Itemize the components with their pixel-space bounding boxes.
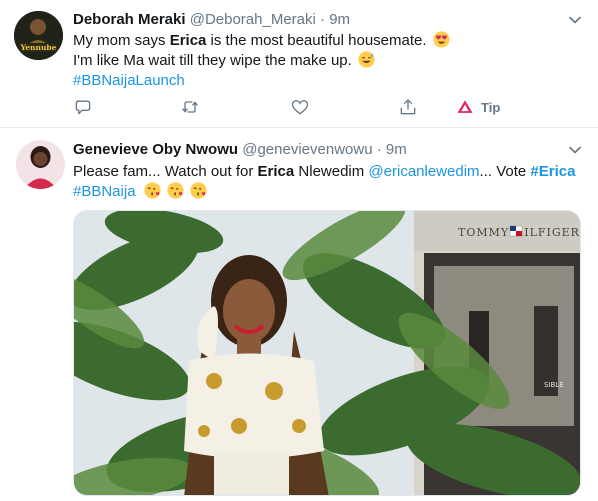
bold-keyword: Erica [257,163,295,180]
like-button[interactable] [290,96,310,118]
text-segment: I'm like Ma wait till they wipe the make… [73,52,352,69]
kiss-emoji-icon [167,182,184,199]
text-segment: Please fam... Watch out for [73,163,258,180]
avatar-logo-text: Yennube [20,43,57,52]
text-segment: ... Vote [479,163,531,180]
reply-button[interactable] [73,96,93,118]
tip-button[interactable]: Tip [455,96,500,118]
hashtag-link[interactable]: #Erica [530,163,575,180]
author-name[interactable]: Deborah Meraki [73,11,186,28]
heart-icon [291,100,309,115]
store-side-text: SIBLE [544,381,564,389]
bold-keyword: Erica [169,32,207,49]
avatar[interactable] [16,140,65,189]
tweet-header: Deborah Meraki @Deborah_Meraki · 9m [73,10,350,30]
separator-dot: · [320,11,326,28]
chevron-down-icon[interactable] [568,13,582,27]
sweat-smile-emoji-icon [358,51,375,68]
retweet-icon [181,101,199,113]
tip-icon [457,100,473,113]
text-segment: Nlewedim [294,163,369,180]
tweet-text: My mom says Erica is the most beautiful … [73,31,450,91]
tip-label: Tip [481,99,501,115]
timestamp[interactable]: 9m [329,11,350,28]
chevron-down-icon[interactable] [568,143,582,157]
hashtag-link[interactable]: #BBNaija [73,183,136,200]
mention-link[interactable]: @ericanlewedim [368,163,479,180]
reply-icon [75,100,91,115]
text-segment: is the most beautiful housemate. [206,32,427,49]
kiss-emoji-icon [190,182,207,199]
timestamp[interactable]: 9m [386,141,407,158]
author-handle[interactable]: @Deborah_Meraki [190,11,316,28]
text-segment: My mom says [73,32,170,49]
avatar[interactable]: Yennube [14,11,63,60]
tweet-1[interactable]: Yennube Deborah Meraki @Deborah_Meraki ·… [0,0,598,128]
retweet-button[interactable] [180,96,200,118]
tweet-text: Please fam... Watch out for Erica Nlewed… [73,162,575,202]
tweet-actions: Tip [73,96,593,118]
tweet-2[interactable]: Genevieve Oby Nwowu @genevievenwowu · 9m… [0,128,598,501]
tweet-header: Genevieve Oby Nwowu @genevievenwowu · 9m [73,140,407,160]
heart-eyes-emoji-icon [433,31,450,48]
photo-image: TOMMY HILFIGER SIBLE [74,211,580,495]
separator-dot: · [376,141,382,158]
share-icon [400,98,416,115]
author-handle[interactable]: @genevievenwowu [242,141,372,158]
author-name[interactable]: Genevieve Oby Nwowu [73,141,238,158]
kiss-emoji-icon [144,182,161,199]
share-button[interactable] [398,96,418,118]
tweet-photo[interactable]: TOMMY HILFIGER SIBLE [73,210,581,496]
hashtag-link[interactable]: #BBNaijaLaunch [73,72,185,89]
